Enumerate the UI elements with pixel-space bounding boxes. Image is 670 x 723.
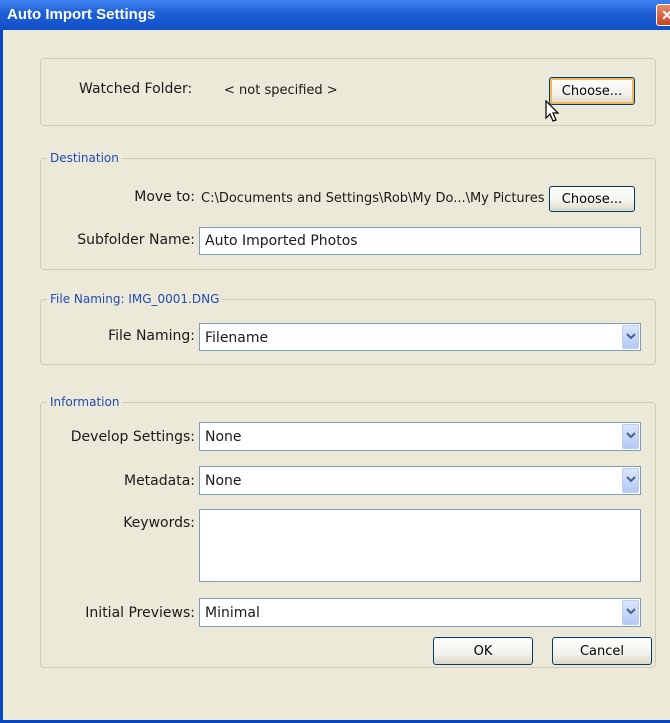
destination-legend: Destination [47,150,122,166]
watched-folder-label: Watched Folder: [79,81,193,97]
chevron-down-icon[interactable] [622,325,639,349]
file-naming-value: Filename [205,330,269,346]
file-naming-legend: File Naming: IMG_0001.DNG [47,291,223,307]
keywords-label: Keywords: [123,515,195,531]
subfolder-name-input[interactable]: Auto Imported Photos [199,227,641,255]
destination-choose-button[interactable]: Choose... [549,186,635,212]
metadata-value: None [205,473,242,489]
title-bar: Auto Import Settings ✕ [0,0,670,30]
cancel-button[interactable]: Cancel [552,637,652,665]
develop-settings-select[interactable]: None [199,422,641,451]
subfolder-name-label: Subfolder Name: [77,232,195,248]
chevron-down-icon[interactable] [622,424,639,449]
chevron-down-icon[interactable] [622,468,639,493]
mouse-pointer-icon [545,100,560,122]
move-to-path: C:\Documents and Settings\Rob\My Do...\M… [201,191,545,206]
initial-previews-label: Initial Previews: [85,605,195,621]
develop-settings-label: Develop Settings: [70,429,195,445]
dialog-body: Watched Folder: < not specified > Choose… [0,30,670,723]
ok-button[interactable]: OK [433,637,533,665]
information-group: Information Develop Settings: None Metad… [40,394,656,668]
file-naming-select[interactable]: Filename [199,323,641,351]
keywords-textarea[interactable] [199,509,641,582]
chevron-down-icon[interactable] [622,600,639,625]
watched-folder-group: Watched Folder: < not specified > Choose… [40,58,656,126]
close-icon[interactable]: ✕ [656,4,670,26]
initial-previews-value: Minimal [205,605,260,621]
move-to-label: Move to: [134,189,195,205]
window-title: Auto Import Settings [7,6,156,23]
file-naming-group: File Naming: IMG_0001.DNG File Naming: F… [40,291,656,365]
develop-settings-value: None [205,429,242,445]
information-legend: Information [47,394,123,410]
watched-folder-value: < not specified > [224,83,338,98]
watched-folder-choose-button[interactable]: Choose... [549,77,635,105]
destination-group: Destination Move to: C:\Documents and Se… [40,150,656,270]
initial-previews-select[interactable]: Minimal [199,598,641,627]
metadata-label: Metadata: [123,473,195,489]
file-naming-label: File Naming: [108,328,195,344]
metadata-select[interactable]: None [199,466,641,495]
